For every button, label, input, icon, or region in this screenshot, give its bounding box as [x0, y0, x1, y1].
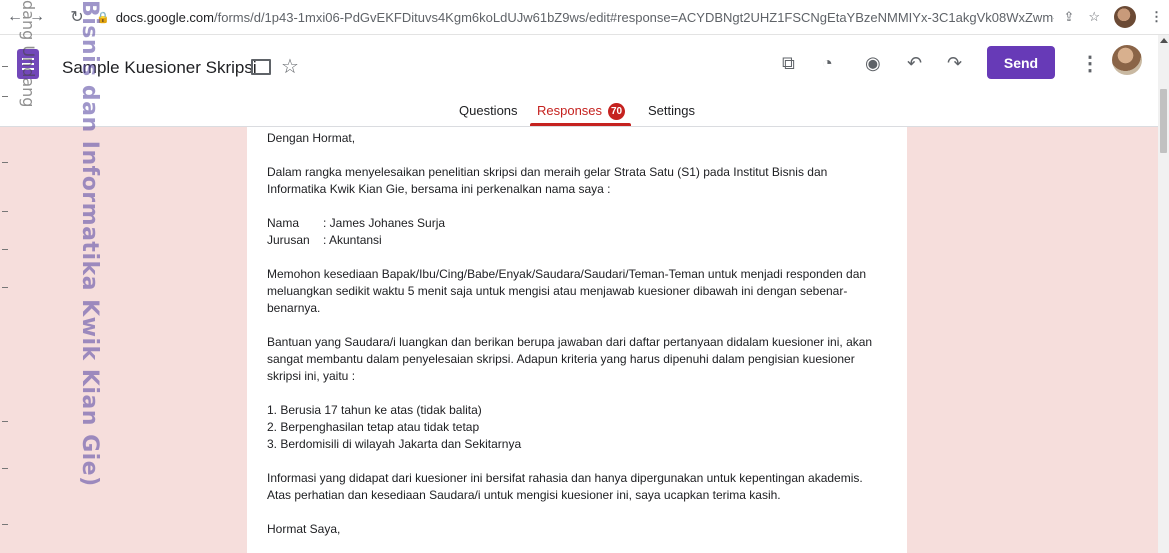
palette-icon[interactable]: ◔ — [822, 53, 833, 74]
account-avatar[interactable] — [1112, 45, 1142, 75]
forms-header: Sample Kuesioner Skripsi ☆ ⧉ ◔ ◉ ↶ ↷ Sen… — [0, 35, 1158, 127]
more-options-icon[interactable]: ⋮ — [1080, 51, 1100, 76]
name-label: Nama — [267, 216, 300, 230]
form-description-card: Dengan Hormat, Dalam rangka menyelesaika… — [247, 127, 907, 553]
redo-icon[interactable]: ↷ — [947, 53, 962, 74]
form-tabs: Questions Responses 70 Settings — [0, 99, 1158, 126]
scroll-thumb[interactable] — [1160, 89, 1167, 153]
greeting-text: Dengan Hormat, — [267, 131, 356, 145]
major-label: Jurusan — [267, 233, 310, 247]
criteria-list: 1. Berusia 17 tahun ke atas (tidak balit… — [267, 402, 887, 453]
watermark-text: Bisnis dan Informatika Kwik Kian Gie) — [77, 0, 102, 487]
tab-questions[interactable]: Questions — [459, 103, 518, 118]
request-text: Memohon kesediaan Bapak/Ibu/Cing/Babe/En… — [267, 267, 867, 315]
criteria-item: 2. Berpenghasilan tetap atau tidak tetap — [267, 420, 480, 434]
folder-icon[interactable] — [251, 59, 271, 75]
star-icon[interactable]: ☆ — [281, 54, 299, 79]
scroll-up-arrow-icon[interactable] — [1160, 38, 1168, 43]
bookmark-star-icon[interactable]: ☆ — [1088, 9, 1100, 25]
help-text: Bantuan yang Saudara/i luangkan dan beri… — [267, 335, 873, 383]
browser-menu-icon[interactable]: ⋮ — [1150, 9, 1163, 25]
major-row: Jurusan : Akuntansi — [267, 232, 887, 249]
criteria-item: 1. Berusia 17 tahun ke atas (tidak balit… — [267, 403, 482, 417]
share-icon[interactable]: ⇪ — [1063, 9, 1074, 25]
major-value: : Akuntansi — [323, 233, 382, 247]
url-field[interactable]: docs.google.com/forms/d/1p43-1mxi06-PdGv… — [116, 10, 1054, 25]
tab-responses-label: Responses — [537, 103, 603, 118]
closing-text: Hormat Saya, — [267, 522, 341, 536]
addons-puzzle-icon[interactable]: ⧉ — [782, 53, 795, 74]
margin-dashes — [2, 36, 12, 546]
tab-responses[interactable]: Responses 70 — [537, 103, 626, 121]
url-path: /forms/d/1p43-1mxi06-PdGvEKFDituvs4Kgm6k… — [213, 9, 1054, 25]
preview-eye-icon[interactable]: ◉ — [865, 53, 881, 74]
confidential-text: Informasi yang didapat dari kuesioner in… — [267, 471, 863, 502]
browser-profile-avatar[interactable] — [1114, 6, 1136, 28]
browser-address-bar: ← → ↻ 🔒 docs.google.com/forms/d/1p43-1mx… — [0, 0, 1169, 35]
page-scrollbar[interactable] — [1158, 35, 1169, 553]
criteria-item: 3. Berdomisili di wilayah Jakarta dan Se… — [267, 437, 522, 451]
active-tab-indicator — [530, 123, 631, 126]
tab-settings[interactable]: Settings — [648, 103, 695, 118]
name-value: : James Johanes Surja — [323, 216, 446, 230]
responses-count-badge: 70 — [608, 103, 626, 121]
send-button[interactable]: Send — [987, 46, 1055, 79]
undo-icon[interactable]: ↶ — [907, 53, 922, 74]
name-row: Nama : James Johanes Surja — [267, 215, 887, 232]
intro-text: Dalam rangka menyelesaikan penelitian sk… — [267, 165, 828, 196]
watermark-side-text: dang Undang — [19, 0, 38, 108]
url-host: docs.google.com — [115, 9, 214, 25]
